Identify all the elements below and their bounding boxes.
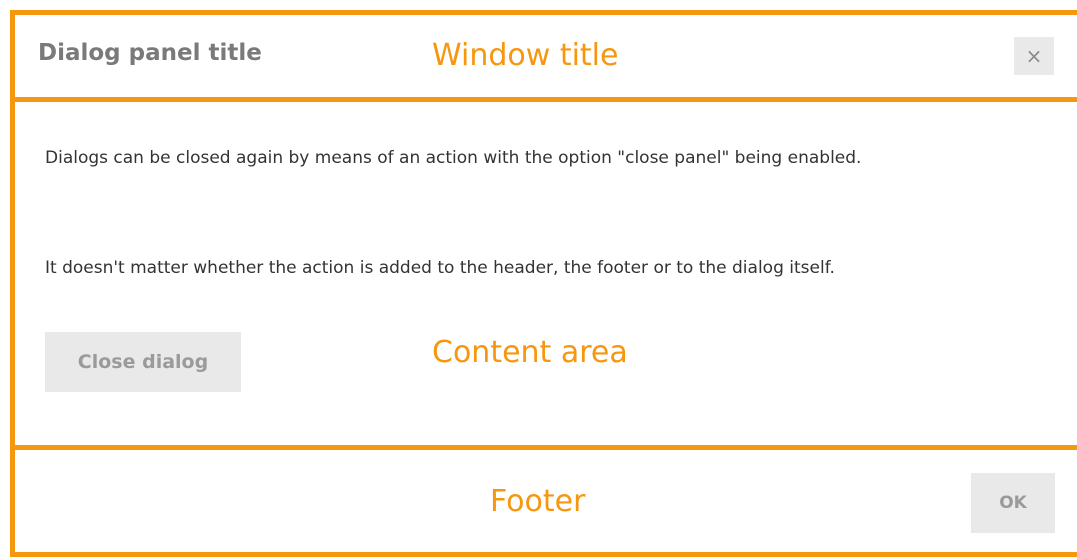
content-area-annotation: Content area xyxy=(432,335,628,370)
ok-button[interactable]: OK xyxy=(971,473,1055,533)
content-paragraph-1: Dialogs can be closed again by means of … xyxy=(45,148,862,168)
dialog-title: Dialog panel title xyxy=(38,40,262,66)
close-icon: × xyxy=(1025,44,1043,68)
window-title-annotation: Window title xyxy=(432,38,619,73)
content-paragraph-2: It doesn't matter whether the action is … xyxy=(45,258,835,278)
footer-annotation: Footer xyxy=(490,484,586,519)
close-dialog-button[interactable]: Close dialog xyxy=(45,332,241,392)
close-button[interactable]: × xyxy=(1014,37,1054,75)
dialog-panel: Dialog panel title Window title × Dialog… xyxy=(0,0,1077,560)
